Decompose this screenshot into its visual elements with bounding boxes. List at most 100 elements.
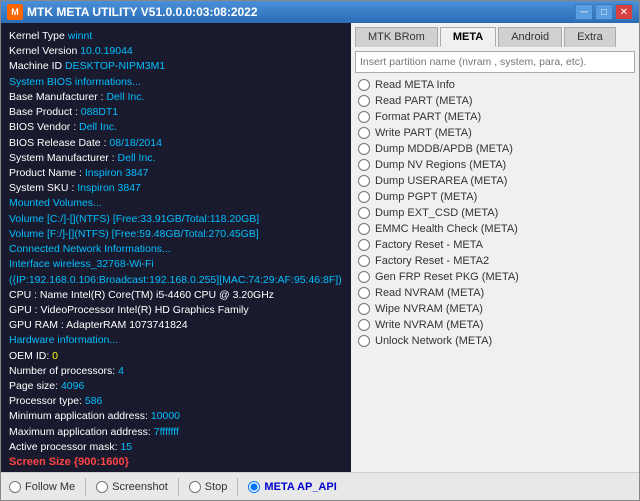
radio-dump-userarea-meta[interactable]: [358, 175, 370, 187]
option-factory-reset-meta2[interactable]: Factory Reset - META2: [355, 253, 635, 269]
info-line: Maximum application address: 7fffffff: [9, 425, 343, 440]
main-window: M MTK META UTILITY V51.0.0.0:03:08:2022 …: [0, 0, 640, 501]
separator-1: [85, 478, 86, 496]
follow-me-label: Follow Me: [25, 481, 75, 493]
option-gen-frp-reset-pkg-meta[interactable]: Gen FRP Reset PKG (META): [355, 269, 635, 285]
tab-bar: MTK BRom META Android Extra: [355, 27, 635, 47]
option-unlock-network-meta[interactable]: Unlock Network (META): [355, 333, 635, 349]
main-content: Kernel Type winnt Kernel Version 10.0.19…: [1, 23, 639, 472]
info-line: System SKU : Inspiron 3847: [9, 181, 343, 196]
radio-emmc-health-check-meta[interactable]: [358, 223, 370, 235]
option-dump-pgpt-meta[interactable]: Dump PGPT (META): [355, 189, 635, 205]
option-dump-mddb-apdb-meta[interactable]: Dump MDDB/APDB (META): [355, 141, 635, 157]
option-read-part-meta[interactable]: Read PART (META): [355, 93, 635, 109]
option-write-part-meta[interactable]: Write PART (META): [355, 125, 635, 141]
minimize-button[interactable]: ─: [575, 4, 593, 20]
title-bar: M MTK META UTILITY V51.0.0.0:03:08:2022 …: [1, 1, 639, 23]
info-line: Kernel Version 10.0.19044: [9, 44, 343, 59]
radio-dump-nv-regions-meta[interactable]: [358, 159, 370, 171]
app-icon: M: [7, 4, 23, 20]
radio-gen-frp-reset-pkg-meta[interactable]: [358, 271, 370, 283]
title-bar-buttons: ─ □ ✕: [575, 4, 633, 20]
info-line: Active processor mask: 15: [9, 440, 343, 455]
radio-screenshot[interactable]: [96, 481, 108, 493]
stop-label: Stop: [205, 481, 228, 493]
radio-dump-pgpt-meta[interactable]: [358, 191, 370, 203]
left-panel: Kernel Type winnt Kernel Version 10.0.19…: [1, 23, 351, 472]
screenshot-label: Screenshot: [112, 481, 168, 493]
option-read-nvram-meta[interactable]: Read NVRAM (META): [355, 285, 635, 301]
radio-wipe-nvram-meta[interactable]: [358, 303, 370, 315]
option-label: Factory Reset - META: [375, 239, 483, 251]
info-line: Product Name : Inspiron 3847: [9, 166, 343, 181]
separator-3: [237, 478, 238, 496]
option-label: Dump PGPT (META): [375, 191, 477, 203]
meta-ap-api-item[interactable]: META AP_API: [248, 481, 336, 493]
tab-extra[interactable]: Extra: [564, 27, 616, 47]
info-line: Interface wireless_32768-Wi-Fi ({IP:192.…: [9, 257, 343, 287]
info-line: OEM ID: 0: [9, 349, 343, 364]
option-label: Dump NV Regions (META): [375, 159, 506, 171]
radio-read-meta-info[interactable]: [358, 79, 370, 91]
close-button[interactable]: ✕: [615, 4, 633, 20]
radio-stop[interactable]: [189, 481, 201, 493]
radio-dump-mddb-apdb-meta[interactable]: [358, 143, 370, 155]
info-line: Base Product : 088DT1: [9, 105, 343, 120]
info-line: Page size: 4096: [9, 379, 343, 394]
radio-follow-me[interactable]: [9, 481, 21, 493]
radio-factory-reset-meta[interactable]: [358, 239, 370, 251]
option-write-nvram-meta[interactable]: Write NVRAM (META): [355, 317, 635, 333]
info-line: BIOS Release Date : 08/18/2014: [9, 136, 343, 151]
info-line: Processor type: 586: [9, 394, 343, 409]
option-emmc-health-check-meta[interactable]: EMMC Health Check (META): [355, 221, 635, 237]
radio-write-nvram-meta[interactable]: [358, 319, 370, 331]
tab-android[interactable]: Android: [498, 27, 562, 47]
info-line: Base Manufacturer : Dell Inc.: [9, 90, 343, 105]
tab-mtk-brom[interactable]: MTK BRom: [355, 27, 438, 47]
option-read-meta-info[interactable]: Read META Info: [355, 77, 635, 93]
option-label: Read PART (META): [375, 95, 473, 107]
radio-read-part-meta[interactable]: [358, 95, 370, 107]
stop-item[interactable]: Stop: [189, 481, 228, 493]
option-label: Unlock Network (META): [375, 335, 492, 347]
info-line: System BIOS informations...: [9, 75, 343, 90]
option-label: Read META Info: [375, 79, 455, 91]
option-label: Format PART (META): [375, 111, 481, 123]
option-label: Write NVRAM (META): [375, 319, 483, 331]
maximize-button[interactable]: □: [595, 4, 613, 20]
option-wipe-nvram-meta[interactable]: Wipe NVRAM (META): [355, 301, 635, 317]
radio-meta-ap-api[interactable]: [248, 481, 260, 493]
info-line: GPU : VideoProcessor Intel(R) HD Graphic…: [9, 303, 343, 318]
radio-read-nvram-meta[interactable]: [358, 287, 370, 299]
title-bar-left: M MTK META UTILITY V51.0.0.0:03:08:2022: [7, 4, 258, 20]
option-dump-nv-regions-meta[interactable]: Dump NV Regions (META): [355, 157, 635, 173]
option-factory-reset-meta[interactable]: Factory Reset - META: [355, 237, 635, 253]
radio-write-part-meta[interactable]: [358, 127, 370, 139]
screenshot-item[interactable]: Screenshot: [96, 481, 168, 493]
option-dump-userarea-meta[interactable]: Dump USERAREA (META): [355, 173, 635, 189]
option-label: Dump MDDB/APDB (META): [375, 143, 513, 155]
right-panel: MTK BRom META Android Extra Read META In…: [351, 23, 639, 472]
option-label: Wipe NVRAM (META): [375, 303, 483, 315]
options-list: Read META Info Read PART (META) Format P…: [355, 77, 635, 468]
info-line: System Manufacturer : Dell Inc.: [9, 151, 343, 166]
option-label: Dump USERAREA (META): [375, 175, 507, 187]
radio-unlock-network-meta[interactable]: [358, 335, 370, 347]
option-label: Gen FRP Reset PKG (META): [375, 271, 519, 283]
separator-2: [178, 478, 179, 496]
info-line: Volume [C:/]-[](NTFS) [Free:33.91GB/Tota…: [9, 212, 343, 227]
option-label: Read NVRAM (META): [375, 287, 484, 299]
info-line: Minimum application address: 10000: [9, 409, 343, 424]
tab-meta[interactable]: META: [440, 27, 496, 47]
partition-input[interactable]: [355, 51, 635, 73]
info-line: Screen Size {900:1600}: [9, 455, 343, 471]
option-format-part-meta[interactable]: Format PART (META): [355, 109, 635, 125]
radio-dump-ext-csd-meta[interactable]: [358, 207, 370, 219]
info-line: Machine ID DESKTOP-NIPM3M1: [9, 59, 343, 74]
meta-ap-api-label: META AP_API: [264, 481, 336, 493]
info-line: Number of processors: 4: [9, 364, 343, 379]
option-dump-ext-csd-meta[interactable]: Dump EXT_CSD (META): [355, 205, 635, 221]
radio-factory-reset-meta2[interactable]: [358, 255, 370, 267]
follow-me-item[interactable]: Follow Me: [9, 481, 75, 493]
radio-format-part-meta[interactable]: [358, 111, 370, 123]
